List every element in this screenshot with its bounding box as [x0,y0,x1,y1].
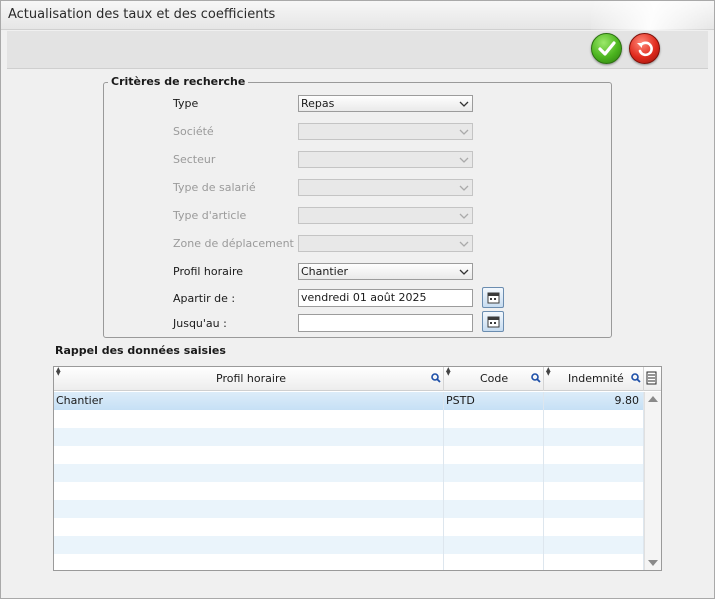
scroll-up-icon[interactable] [648,396,658,402]
type-select[interactable]: Repas [298,95,473,112]
jusquau-date-input[interactable] [298,314,473,332]
recap-section-title: Rappel des données saisies [55,344,226,357]
societe-select[interactable] [298,123,473,140]
table-row-empty[interactable] [54,446,644,464]
table-row-empty[interactable] [54,428,644,446]
calendar-icon [487,292,499,304]
cell-code: PSTD [444,392,544,410]
apartir-date-input[interactable]: vendredi 01 août 2025 [298,289,473,307]
table-row-empty[interactable] [54,518,644,536]
cell-indemnite: 9.80 [544,392,644,410]
search-magnifier-icon[interactable] [531,373,541,383]
column-header-indemnite[interactable]: ▲ ▼ Indemnité [544,367,644,391]
window-title: Actualisation des taux et des coefficien… [8,7,276,22]
sort-arrows-icon: ▲ ▼ [546,366,551,377]
table-row-empty[interactable] [54,464,644,482]
zone-deplacement-label: Zone de déplacement [173,237,294,250]
sort-arrows-icon: ▲ ▼ [56,366,61,377]
column-header-code[interactable]: ▲ ▼ Code [444,367,544,391]
column-header-label: Indemnité [568,372,624,385]
table-row[interactable]: Chantier PSTD 9.80 [54,392,644,410]
chevron-down-icon [459,101,469,107]
apartir-label: Apartir de : [173,292,236,305]
chevron-down-icon [459,213,469,219]
jusquau-label: Jusqu'au : [173,317,227,330]
type-article-label: Type d'article [173,209,247,222]
chevron-down-icon [459,269,469,275]
calendar-icon [487,316,499,328]
table-row-empty[interactable] [54,554,644,570]
column-header-label: Code [480,372,509,385]
apartir-calendar-button[interactable] [482,287,504,308]
chevron-down-icon [459,129,469,135]
validate-check-icon [597,40,616,56]
column-header-label: Profil horaire [216,372,287,385]
type-salarie-label: Type de salarié [173,181,256,194]
column-header-profil[interactable]: ▲ ▼ Profil horaire [54,367,444,391]
zone-deplacement-select[interactable] [298,235,473,252]
cell-profil: Chantier [54,392,444,410]
jusquau-calendar-button[interactable] [482,311,504,332]
table-row-empty[interactable] [54,482,644,500]
columns-config-icon[interactable] [646,371,657,385]
profil-horaire-select-value: Chantier [301,265,349,278]
recap-table: ▲ ▼ Profil horaire ▲ ▼ Code ▲ ▼ Indemnité [53,366,662,571]
profil-horaire-select[interactable]: Chantier [298,263,473,280]
type-label: Type [173,97,199,110]
profil-horaire-label: Profil horaire [173,265,244,278]
validate-button[interactable] [591,33,622,64]
sort-arrows-icon: ▲ ▼ [446,366,451,377]
search-magnifier-icon[interactable] [431,373,441,383]
cancel-undo-icon [636,41,653,56]
chevron-down-icon [459,241,469,247]
table-row-empty[interactable] [54,500,644,518]
table-row-empty[interactable] [54,536,644,554]
title-bar: Actualisation des taux et des coefficien… [1,1,714,30]
scroll-down-icon[interactable] [648,560,658,566]
table-scrollbar[interactable] [644,392,661,570]
table-header: ▲ ▼ Profil horaire ▲ ▼ Code ▲ ▼ Indemnité [54,367,661,391]
societe-label: Société [173,125,214,138]
type-salarie-select[interactable] [298,179,473,196]
secteur-select[interactable] [298,151,473,168]
cancel-button[interactable] [629,33,660,64]
chevron-down-icon [459,185,469,191]
type-select-value: Repas [301,97,335,110]
search-magnifier-icon[interactable] [631,373,641,383]
search-criteria-legend: Critères de recherche [108,75,249,88]
table-row-empty[interactable] [54,410,644,428]
type-article-select[interactable] [298,207,473,224]
secteur-label: Secteur [173,153,216,166]
chevron-down-icon [459,157,469,163]
